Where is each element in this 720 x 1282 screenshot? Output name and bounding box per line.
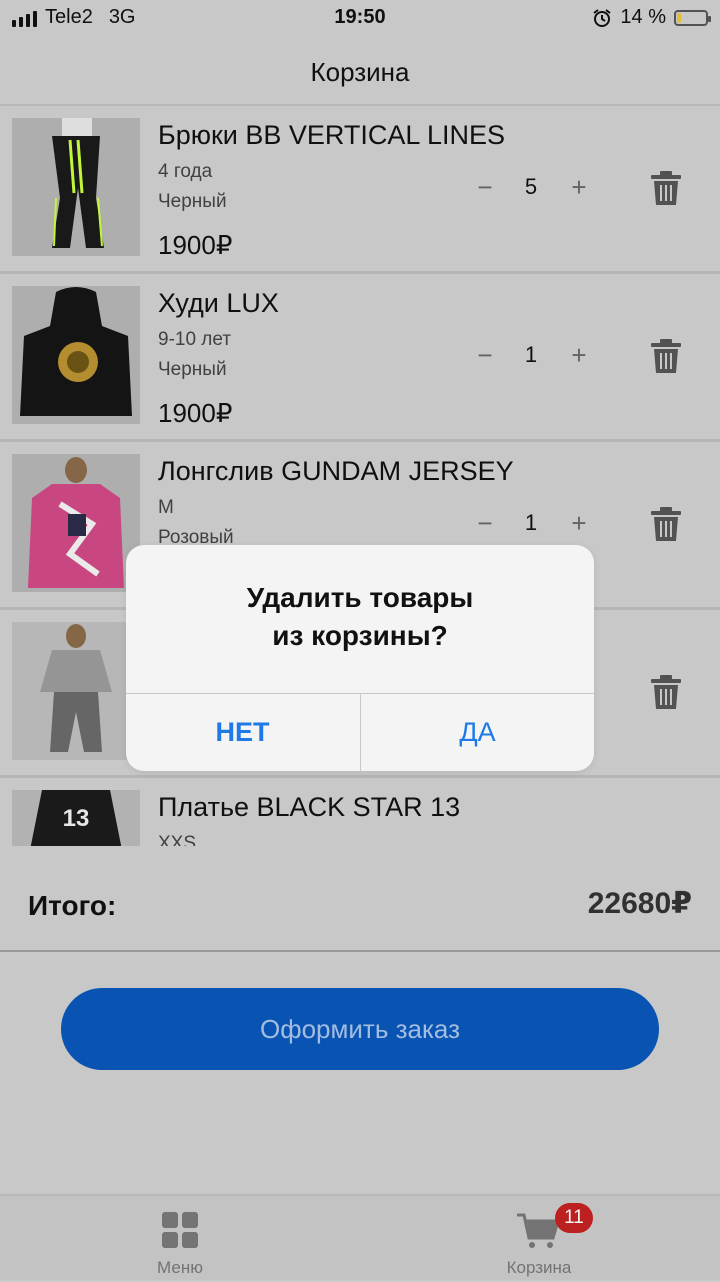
dialog-title-line: из корзины?	[272, 620, 448, 651]
dialog-title: Удалить товары из корзины?	[126, 579, 594, 655]
dialog-no-button[interactable]: НЕТ	[126, 694, 359, 771]
delete-confirm-dialog: Удалить товары из корзины? НЕТ ДА	[126, 545, 594, 771]
dialog-title-line: Удалить товары	[246, 582, 474, 613]
dialog-yes-button[interactable]: ДА	[361, 694, 594, 771]
